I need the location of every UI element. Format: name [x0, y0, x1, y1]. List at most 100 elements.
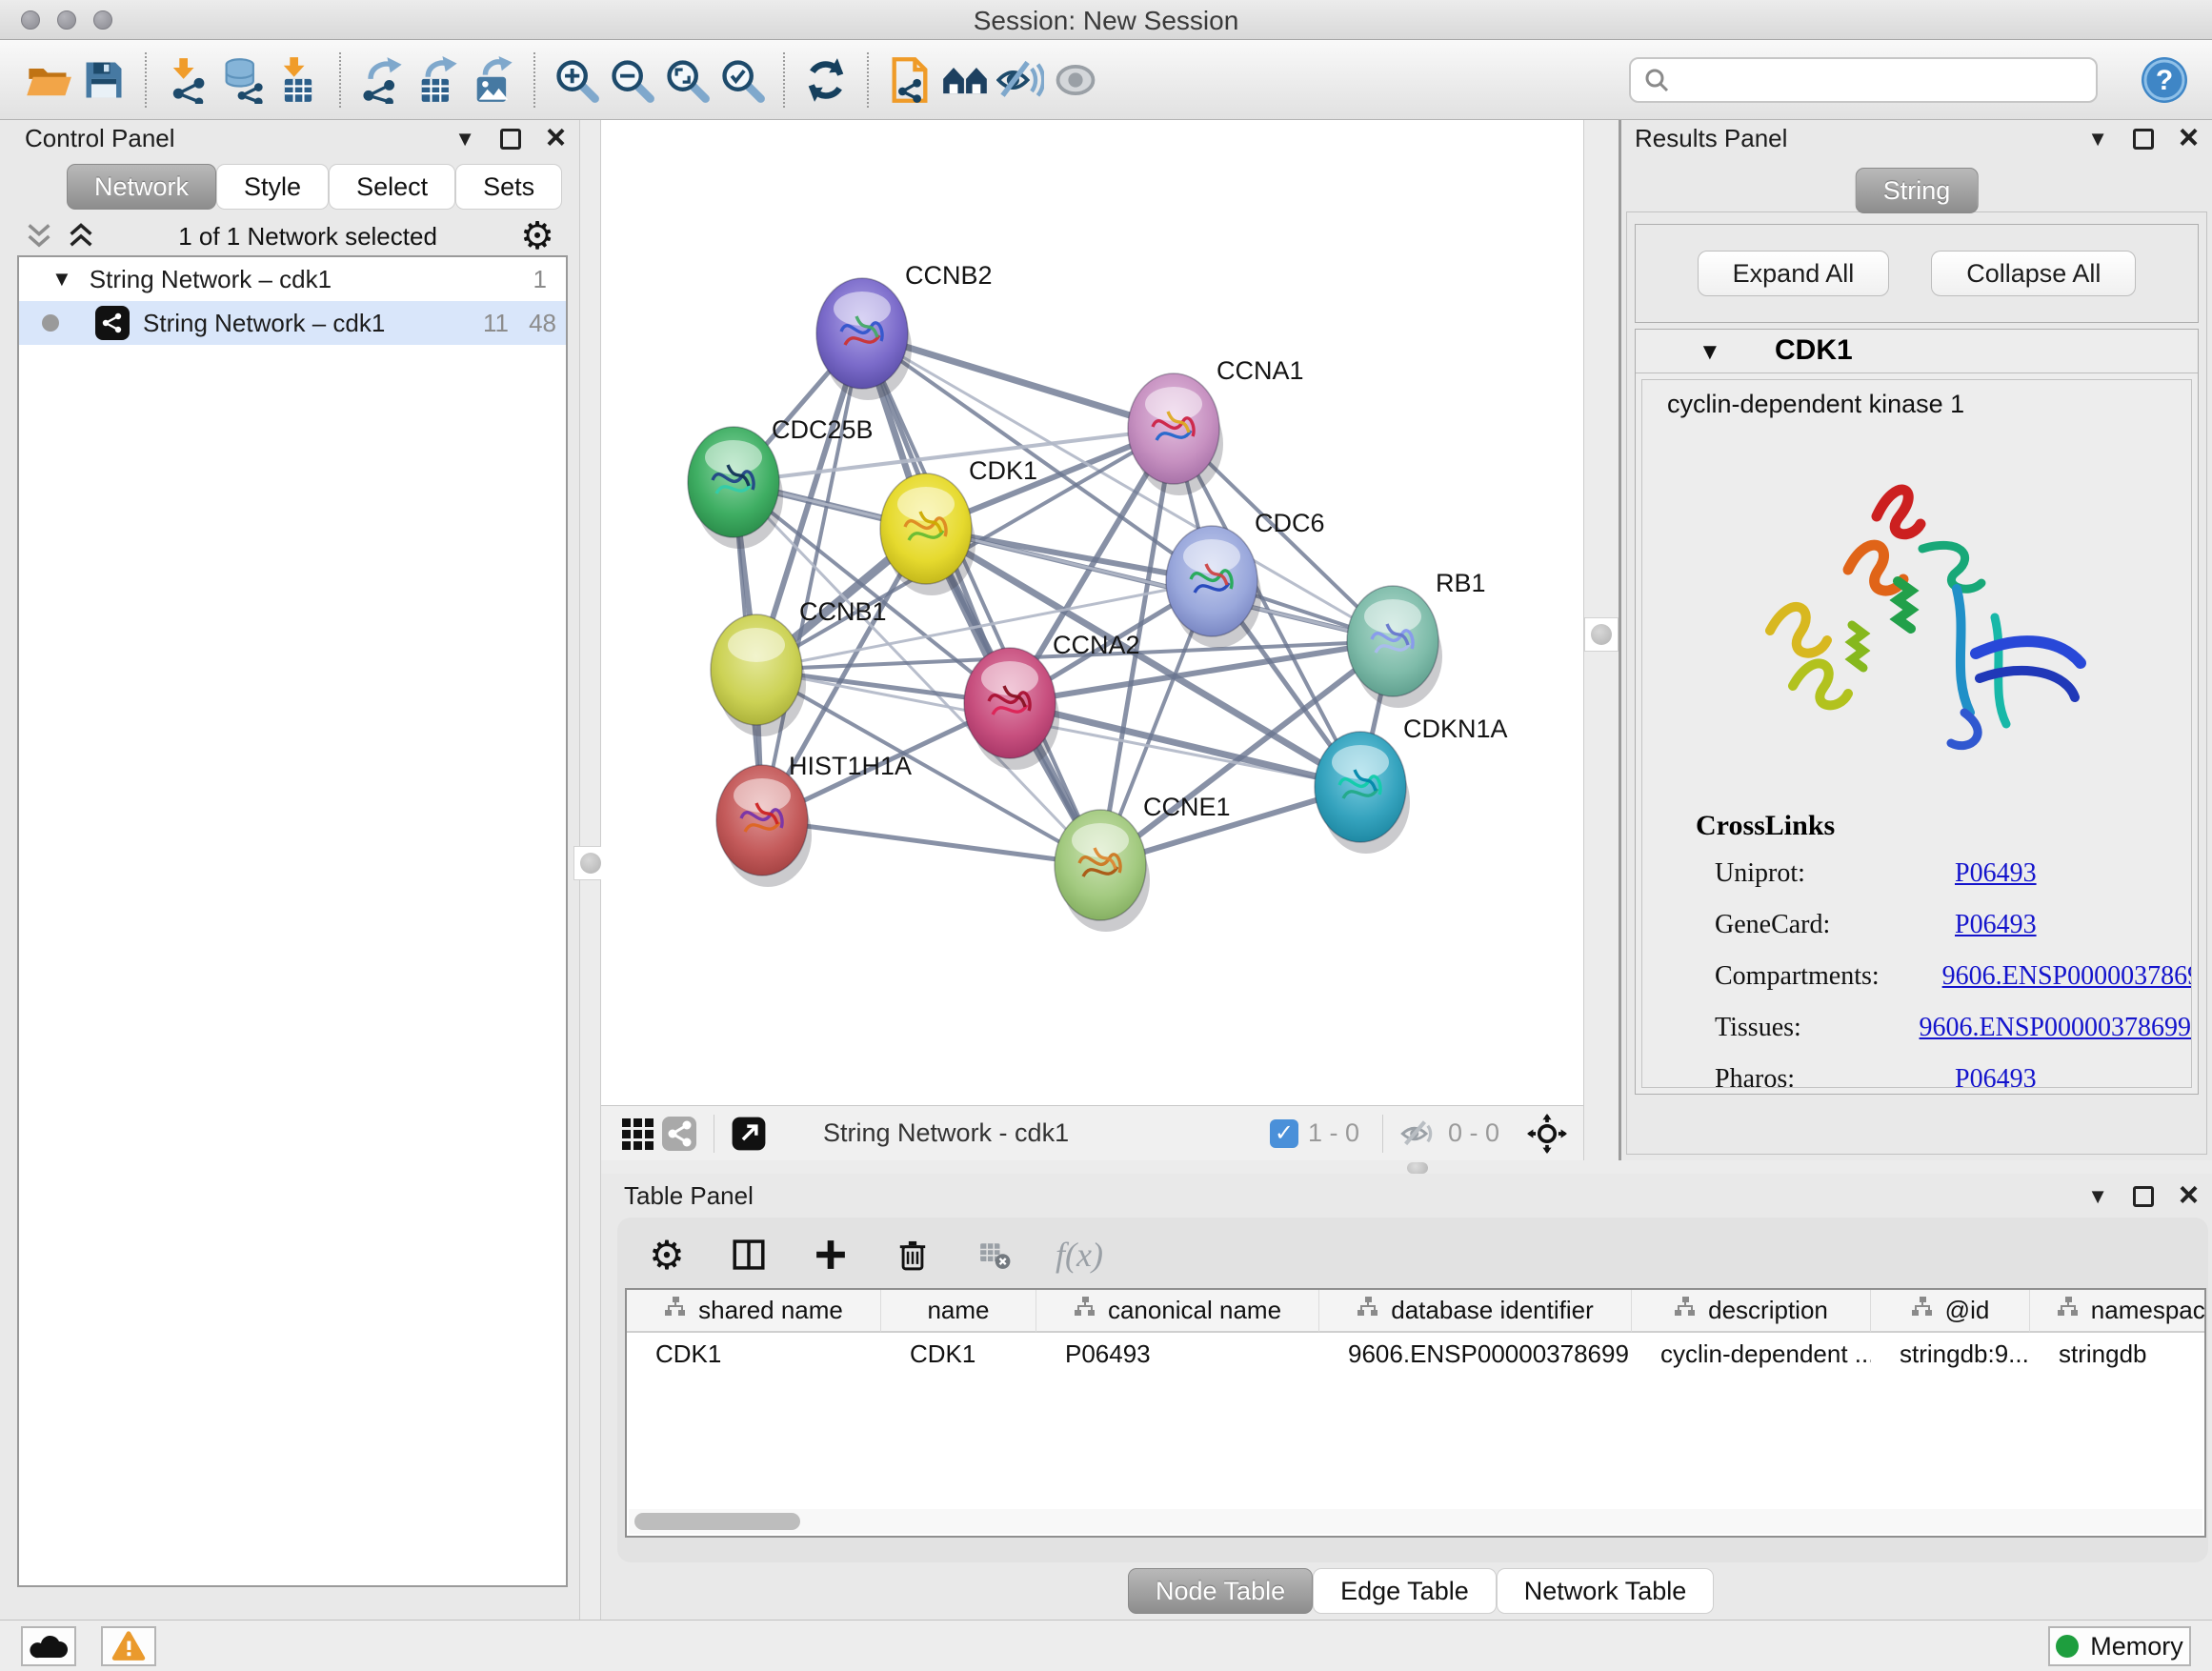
- export-table-button[interactable]: [410, 50, 465, 110]
- close-panel-icon[interactable]: ×: [2179, 1178, 2199, 1212]
- left-splitter[interactable]: [579, 120, 601, 1620]
- right-splitter-handle[interactable]: [1584, 617, 1619, 652]
- table-cell[interactable]: stringdb: [2030, 1333, 2206, 1376]
- tree-caret-icon[interactable]: ▼: [51, 267, 72, 292]
- scrollbar-thumb[interactable]: [634, 1513, 800, 1530]
- tab-network[interactable]: Network: [67, 164, 216, 210]
- hide-selected-button[interactable]: [993, 50, 1048, 110]
- network-node-CDC6[interactable]: [1166, 526, 1261, 648]
- zoom-fit-button[interactable]: [659, 50, 714, 110]
- open-session-button[interactable]: [21, 50, 76, 110]
- delete-column-icon[interactable]: [892, 1234, 934, 1276]
- collapse-all-button[interactable]: Collapse All: [1931, 251, 2136, 296]
- float-panel-icon[interactable]: ▼: [2087, 1186, 2108, 1207]
- export-network-button[interactable]: [354, 50, 410, 110]
- network-node-CCNB2[interactable]: [816, 278, 912, 400]
- birdseye-view-icon[interactable]: [728, 1113, 770, 1155]
- save-session-button[interactable]: [76, 50, 131, 110]
- table-cell[interactable]: CDK1: [881, 1333, 1036, 1376]
- expand-all-button[interactable]: Expand All: [1698, 251, 1890, 296]
- table-cell[interactable]: CDK1: [627, 1333, 881, 1376]
- table-cell[interactable]: stringdb:9...: [1871, 1333, 2030, 1376]
- float-panel-icon[interactable]: ▼: [454, 129, 475, 150]
- cloud-status-button[interactable]: [21, 1626, 76, 1666]
- create-column-icon[interactable]: [810, 1234, 852, 1276]
- network-edge[interactable]: [762, 333, 862, 820]
- table-cell[interactable]: P06493: [1036, 1333, 1319, 1376]
- column-header-@id[interactable]: @id: [1871, 1290, 2030, 1333]
- network-node-HIST1H1A[interactable]: [716, 765, 812, 887]
- column-header-shared-name[interactable]: shared name: [627, 1290, 881, 1333]
- expand-all-icon[interactable]: [67, 222, 95, 251]
- column-header-database-identifier[interactable]: database identifier: [1319, 1290, 1632, 1333]
- network-node-CDC25B[interactable]: [688, 427, 783, 549]
- show-all-button[interactable]: [1048, 50, 1103, 110]
- network-node-CDKN1A[interactable]: [1315, 732, 1410, 854]
- collapse-all-icon[interactable]: [25, 222, 53, 251]
- zoom-in-button[interactable]: [549, 50, 604, 110]
- maximize-panel-icon[interactable]: [500, 129, 521, 150]
- crosslink-link[interactable]: P06493: [1955, 858, 2037, 889]
- network-graph[interactable]: CCNB2CCNA1CDC25BCDK1CDC6RB1CCNB1CCNA2CDK…: [601, 120, 1583, 1105]
- help-button[interactable]: ?: [2140, 55, 2189, 105]
- close-panel-icon[interactable]: ×: [2179, 120, 2199, 154]
- tab-network-table[interactable]: Network Table: [1497, 1568, 1715, 1614]
- show-columns-icon[interactable]: [728, 1234, 770, 1276]
- maximize-panel-icon[interactable]: [2133, 129, 2154, 150]
- network-from-file-button[interactable]: [882, 50, 937, 110]
- column-header-name[interactable]: name: [881, 1290, 1036, 1333]
- network-edge[interactable]: [762, 820, 1100, 865]
- column-header-namespace[interactable]: namespace: [2030, 1290, 2206, 1333]
- column-header-description[interactable]: description: [1632, 1290, 1871, 1333]
- section-caret-icon[interactable]: ▼: [1699, 339, 1721, 366]
- tab-edge-table[interactable]: Edge Table: [1313, 1568, 1497, 1614]
- import-network-button[interactable]: [160, 50, 215, 110]
- tab-style[interactable]: Style: [216, 164, 329, 210]
- node-table[interactable]: shared namenamecanonical namedatabase id…: [625, 1288, 2206, 1538]
- right-splitter[interactable]: [1583, 120, 1621, 1160]
- table-cell[interactable]: 9606.ENSP00000378699: [1319, 1333, 1632, 1376]
- network-node-RB1[interactable]: [1347, 586, 1442, 708]
- network-collection-row[interactable]: ▼ String Network – cdk1 1: [19, 257, 566, 301]
- share-view-icon[interactable]: [658, 1113, 700, 1155]
- network-edge[interactable]: [862, 333, 1100, 865]
- network-canvas[interactable]: CCNB2CCNA1CDC25BCDK1CDC6RB1CCNB1CCNA2CDK…: [601, 120, 1583, 1105]
- zoom-selected-button[interactable]: [714, 50, 770, 110]
- network-node-CCNB1[interactable]: [711, 614, 806, 736]
- grid-view-icon[interactable]: [616, 1113, 658, 1155]
- export-image-button[interactable]: [465, 50, 520, 110]
- network-node-CCNE1[interactable]: [1055, 810, 1150, 932]
- network-options-gear-icon[interactable]: ⚙: [520, 214, 554, 258]
- table-cell[interactable]: cyclin-dependent ...: [1632, 1333, 1871, 1376]
- crosslink-link[interactable]: 9606.ENSP00000378699: [1920, 1013, 2191, 1043]
- network-row[interactable]: String Network – cdk1 11 48: [19, 301, 566, 345]
- import-database-button[interactable]: [215, 50, 271, 110]
- float-panel-icon[interactable]: ▼: [2087, 129, 2108, 150]
- bottom-splitter-handle[interactable]: [1407, 1162, 1428, 1174]
- gene-section-header[interactable]: ▼ CDK1: [1636, 330, 2198, 373]
- table-horizontal-scrollbar[interactable]: [629, 1509, 2202, 1534]
- first-neighbors-button[interactable]: [937, 50, 993, 110]
- warnings-button[interactable]: [101, 1626, 156, 1666]
- table-options-gear-icon[interactable]: ⚙: [646, 1234, 688, 1276]
- bottom-splitter[interactable]: [601, 1160, 2212, 1174]
- selected-checkbox-icon[interactable]: ✓: [1270, 1119, 1298, 1148]
- crosslink-link[interactable]: P06493: [1955, 1064, 2037, 1088]
- refresh-button[interactable]: [798, 50, 854, 110]
- zoom-out-button[interactable]: [604, 50, 659, 110]
- network-node-CCNA2[interactable]: [964, 648, 1059, 770]
- search-input[interactable]: [1671, 64, 2084, 95]
- tab-node-table[interactable]: Node Table: [1128, 1568, 1313, 1614]
- tab-string[interactable]: String: [1856, 168, 1979, 213]
- memory-button[interactable]: Memory: [2048, 1626, 2191, 1666]
- tab-select[interactable]: Select: [329, 164, 455, 210]
- crosslink-link[interactable]: P06493: [1955, 910, 2037, 940]
- pan-crosshair-icon[interactable]: [1526, 1113, 1568, 1155]
- import-table-button[interactable]: [271, 50, 326, 110]
- maximize-panel-icon[interactable]: [2133, 1186, 2154, 1207]
- column-header-canonical-name[interactable]: canonical name: [1036, 1290, 1319, 1333]
- close-panel-icon[interactable]: ×: [546, 120, 566, 154]
- crosslink-link[interactable]: 9606.ENSP00000378699: [1942, 961, 2192, 992]
- tab-sets[interactable]: Sets: [455, 164, 562, 210]
- network-node-CDK1[interactable]: [880, 473, 975, 595]
